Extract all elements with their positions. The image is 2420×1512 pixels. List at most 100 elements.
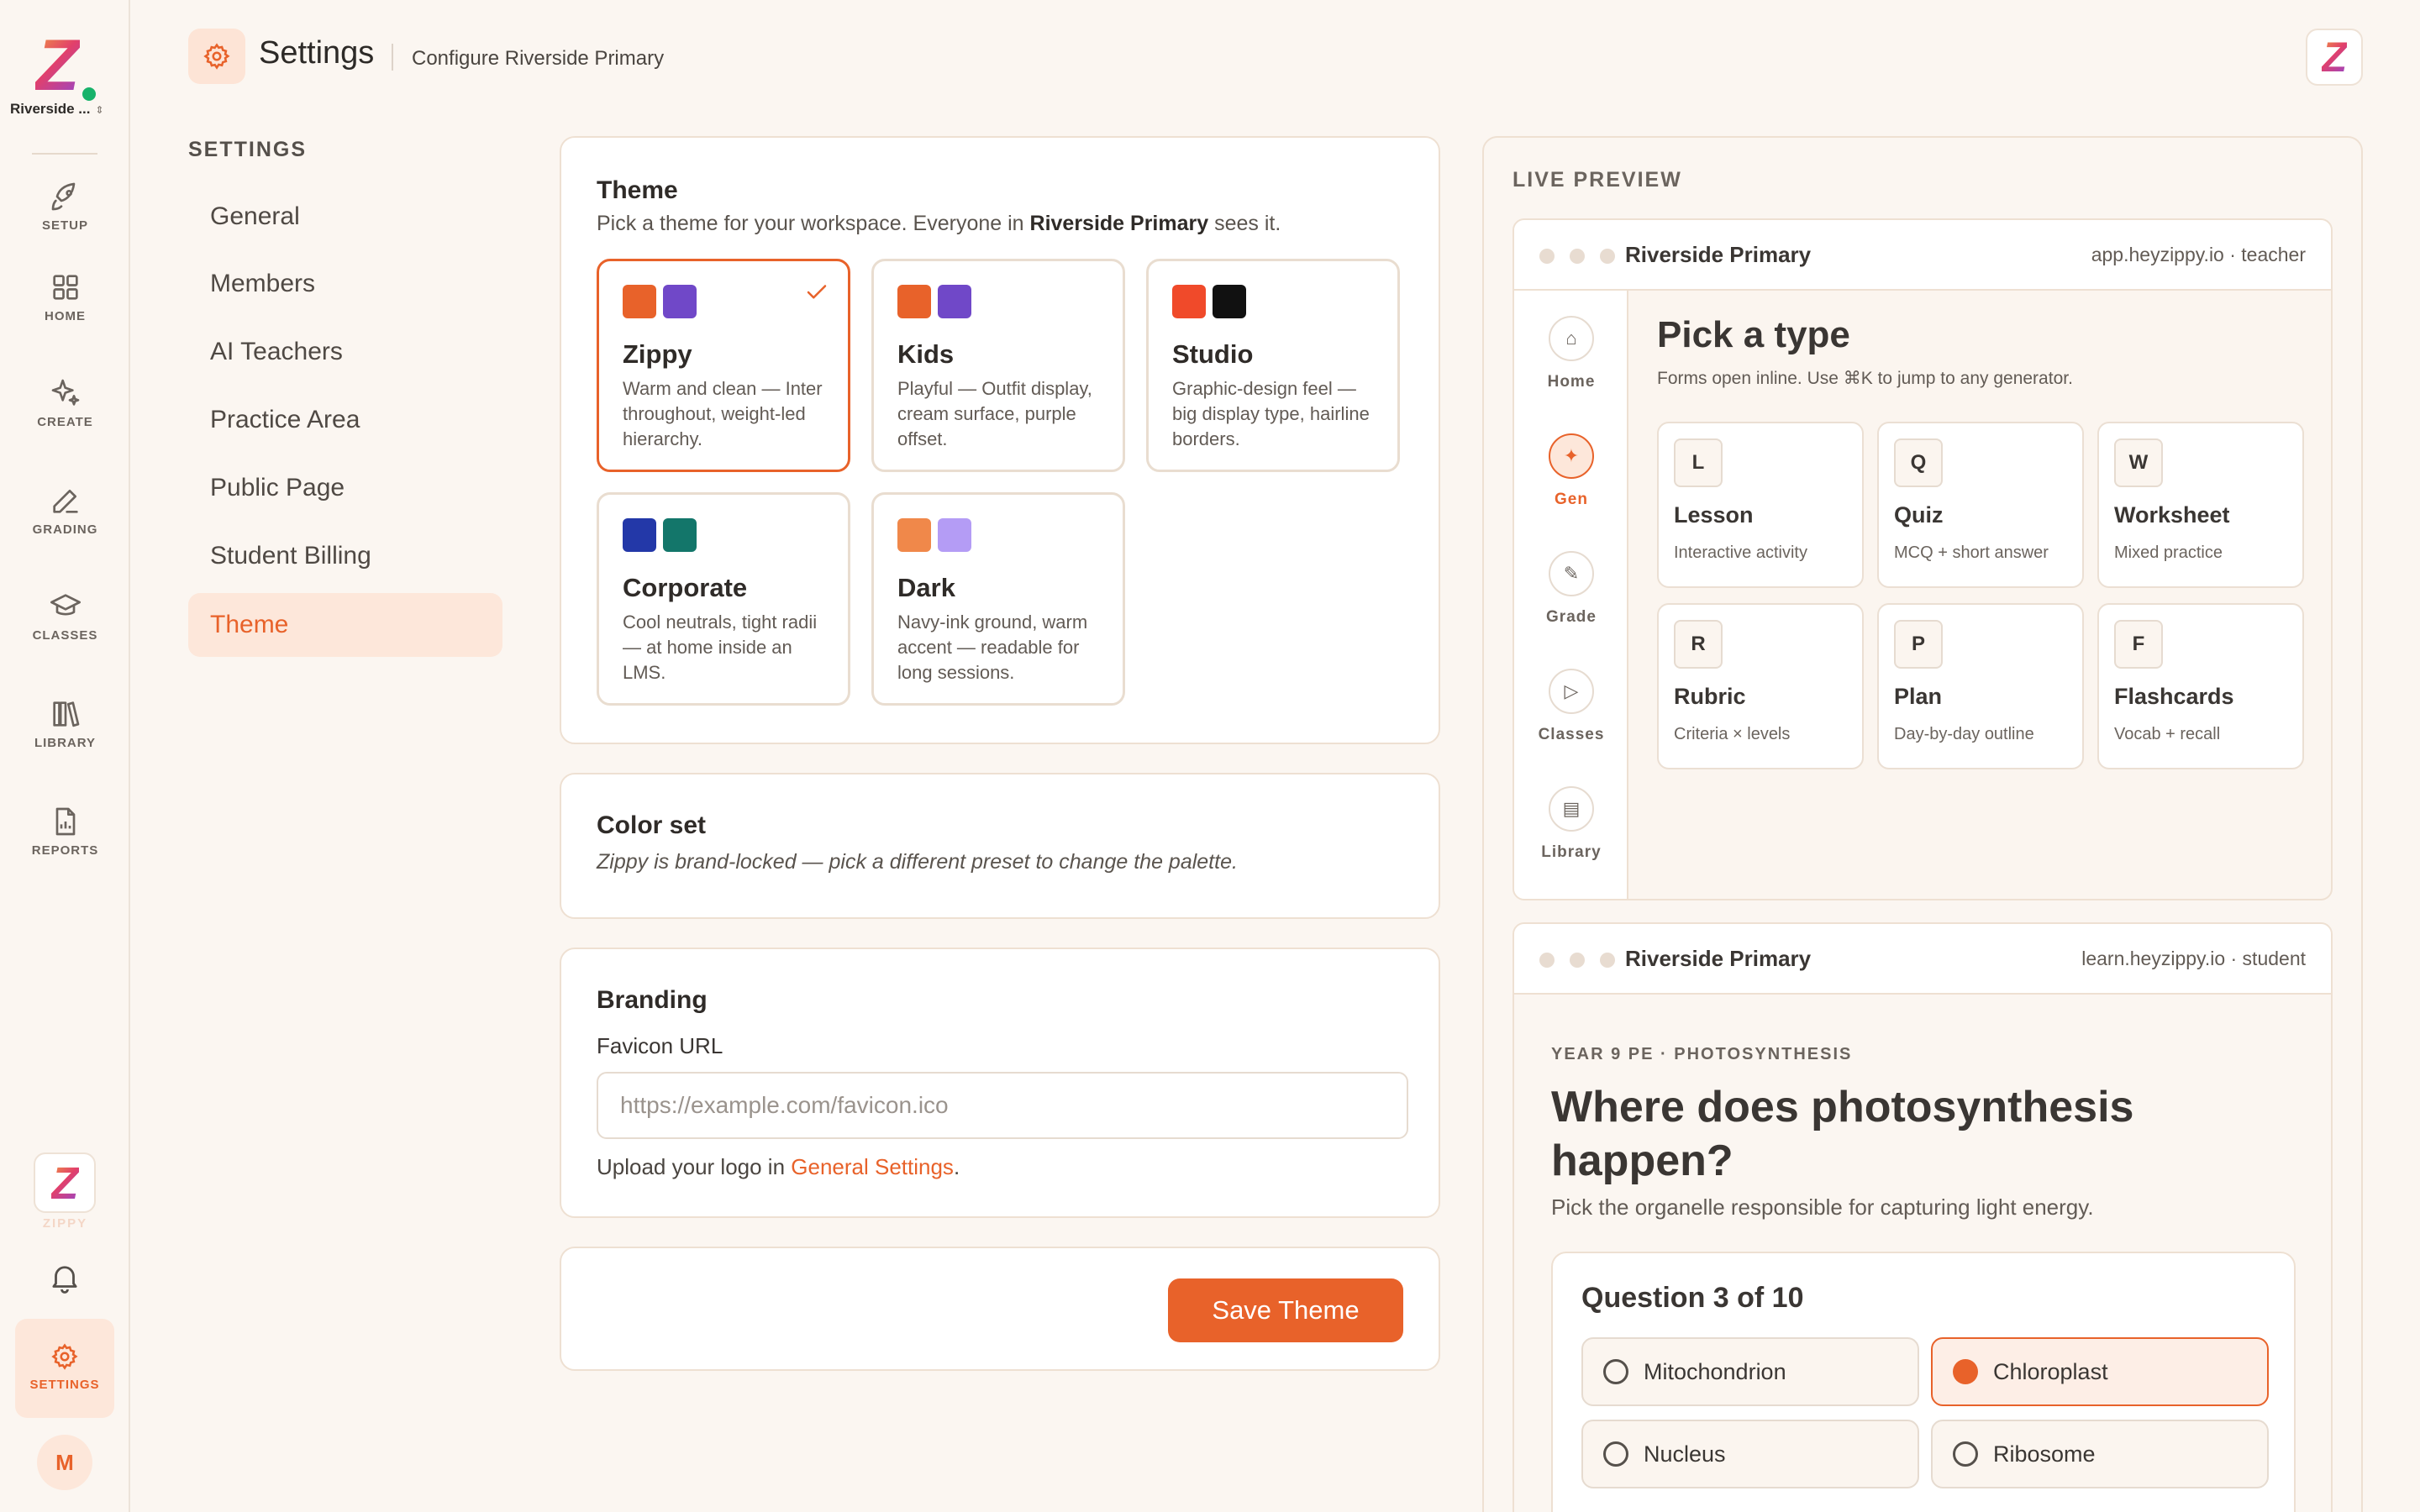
- rail-item-label: GRADING: [32, 522, 98, 537]
- zippy-logo[interactable]: Z: [35, 29, 99, 104]
- tile-name: Rubric: [1674, 684, 1746, 709]
- theme-option-zippy[interactable]: Zippy Warm and clean — Inter throughout,…: [597, 259, 850, 472]
- answer-option[interactable]: Mitochondrion: [1581, 1337, 1919, 1406]
- tile-key: Q: [1894, 438, 1943, 487]
- window-title: Riverside Primary: [1625, 946, 1812, 971]
- favicon-label: Favicon URL: [597, 1033, 723, 1058]
- rail-item-label: HOME: [45, 309, 86, 323]
- tile-name: Plan: [1894, 684, 1943, 709]
- color-swatch: [938, 518, 971, 552]
- library-icon: ▤: [1549, 786, 1594, 832]
- theme-option-dark[interactable]: Dark Navy-ink ground, warm accent — read…: [871, 492, 1125, 706]
- rail-item-library[interactable]: LIBRARY: [0, 697, 130, 790]
- zippy-label: ZIPPY: [42, 1216, 88, 1231]
- settings-header-icon: [188, 29, 245, 84]
- tile-name: Quiz: [1894, 502, 1944, 528]
- sparkle-icon: ✦: [1549, 433, 1594, 479]
- theme-option-desc: Graphic-design feel — big display type, …: [1172, 378, 1370, 449]
- rail-item-home[interactable]: HOME: [0, 270, 130, 363]
- branding-card: Branding Favicon URL https://example.com…: [560, 948, 1440, 1218]
- settings-nav-public-page[interactable]: Public Page: [188, 456, 502, 520]
- rail-item-grading[interactable]: GRADING: [0, 484, 130, 576]
- preview-rail-grade[interactable]: ✎ Grade: [1514, 551, 1628, 627]
- header-divider: [392, 44, 393, 71]
- gear-icon: [51, 1343, 78, 1370]
- preview-rail-classes[interactable]: ▷ Classes: [1514, 669, 1628, 744]
- answer-option-selected[interactable]: Chloroplast: [1931, 1337, 2269, 1406]
- preview-rail-gen[interactable]: ✦ Gen: [1514, 433, 1628, 509]
- settings-nav-student-billing[interactable]: Student Billing: [188, 524, 502, 588]
- page-subtitle: Configure Riverside Primary: [412, 47, 665, 70]
- zippy-assistant-button[interactable]: Z: [34, 1152, 96, 1213]
- workspace-switcher[interactable]: Riverside ... ⇕: [10, 101, 119, 118]
- answer-label: Ribosome: [1993, 1441, 2096, 1467]
- tile-desc: MCQ + short answer: [1894, 543, 2049, 562]
- tile-key: F: [2114, 620, 2163, 669]
- bell-icon[interactable]: [47, 1260, 82, 1295]
- rail-item-label: LIBRARY: [34, 736, 97, 750]
- branding-title: Branding: [597, 986, 708, 1014]
- theme-desc-text: sees it.: [1208, 212, 1281, 235]
- zippy-logo-mark: Z: [35, 25, 80, 106]
- theme-desc-text: Pick a theme for your workspace. Everyon…: [597, 212, 1030, 235]
- generator-tile-flashcards[interactable]: F Flashcards Vocab + recall: [2097, 603, 2304, 769]
- window-titlebar: Riverside Primary learn.heyzippy.io · st…: [1514, 924, 2331, 995]
- tile-key: L: [1674, 438, 1723, 487]
- window-url: app.heyzippy.io · teacher: [2091, 244, 2306, 265]
- theme-option-name: Zippy: [623, 339, 692, 369]
- play-icon: ▷: [1549, 669, 1594, 714]
- rail-item-settings[interactable]: SETTINGS: [15, 1319, 114, 1418]
- favicon-url-input[interactable]: https://example.com/favicon.ico: [597, 1072, 1408, 1139]
- general-settings-link[interactable]: General Settings: [791, 1154, 954, 1179]
- color-swatch: [897, 518, 931, 552]
- generator-tile-lesson[interactable]: L Lesson Interactive activity: [1657, 422, 1864, 588]
- rail-item-setup[interactable]: SETUP: [0, 180, 130, 272]
- preview-rail-label: Home: [1547, 373, 1596, 391]
- rail-item-label: REPORTS: [31, 843, 99, 858]
- home-icon: ⌂: [1549, 316, 1594, 361]
- settings-nav-members[interactable]: Members: [188, 252, 502, 316]
- settings-nav-theme[interactable]: Theme: [188, 593, 502, 657]
- preview-rail-label: Library: [1541, 843, 1602, 861]
- rail-divider: [32, 153, 97, 155]
- settings-nav-practice-area[interactable]: Practice Area: [188, 388, 502, 452]
- teacher-preview-window: Riverside Primary app.heyzippy.io · teac…: [1512, 218, 2333, 900]
- user-avatar[interactable]: M: [37, 1435, 92, 1490]
- generator-tile-quiz[interactable]: Q Quiz MCQ + short answer: [1877, 422, 2084, 588]
- zippy-logo-mark: Z: [2321, 34, 2348, 81]
- zippy-header-button[interactable]: Z: [2306, 29, 2363, 86]
- tile-name: Worksheet: [2114, 502, 2230, 528]
- color-set-title: Color set: [597, 811, 707, 839]
- theme-option-kids[interactable]: Kids Playful — Outfit display, cream sur…: [871, 259, 1125, 472]
- settings-nav-general[interactable]: General: [188, 185, 502, 249]
- color-set-card: Color set Zippy is brand-locked — pick a…: [560, 773, 1440, 919]
- theme-option-corporate[interactable]: Corporate Cool neutrals, tight radii — a…: [597, 492, 850, 706]
- generator-tile-plan[interactable]: P Plan Day-by-day outline: [1877, 603, 2084, 769]
- answer-option[interactable]: Nucleus: [1581, 1420, 1919, 1488]
- sparkle-icon: [51, 379, 79, 406]
- rail-item-create[interactable]: CREATE: [0, 376, 130, 469]
- theme-option-name: Dark: [897, 573, 955, 602]
- save-theme-button[interactable]: Save Theme: [1168, 1278, 1403, 1342]
- theme-option-studio[interactable]: Studio Graphic-design feel — big display…: [1146, 259, 1400, 472]
- answer-option[interactable]: Ribosome: [1931, 1420, 2269, 1488]
- window-dots: [1539, 249, 1630, 268]
- preview-rail-label: Gen: [1555, 491, 1588, 508]
- color-swatch: [938, 285, 971, 318]
- rail-item-label: SETTINGS: [29, 1378, 100, 1392]
- generator-tile-worksheet[interactable]: W Worksheet Mixed practice: [2097, 422, 2304, 588]
- rail-item-classes[interactable]: CLASSES: [0, 590, 130, 682]
- question-card: Question 3 of 10 Mitochondrion Chloropla…: [1551, 1252, 2296, 1512]
- settings-nav-ai-teachers[interactable]: AI Teachers: [188, 320, 502, 384]
- preview-rail-home[interactable]: ⌂ Home: [1514, 316, 1628, 391]
- rail-item-reports[interactable]: REPORTS: [0, 805, 130, 897]
- app-rail: Z Riverside ... ⇕ SETUP HOME CREATE GRADI…: [0, 0, 130, 1512]
- radio-icon: [1603, 1441, 1628, 1467]
- lesson-caption: YEAR 9 PE · PHOTOSYNTHESIS: [1551, 1045, 1853, 1063]
- theme-option-desc: Cool neutrals, tight radii — at home ins…: [623, 612, 818, 683]
- generator-tile-rubric[interactable]: R Rubric Criteria × levels: [1657, 603, 1864, 769]
- check-icon: [807, 285, 827, 299]
- color-swatch: [1172, 285, 1206, 318]
- preview-rail-library[interactable]: ▤ Library: [1514, 786, 1628, 862]
- pen-icon: ✎: [1549, 551, 1594, 596]
